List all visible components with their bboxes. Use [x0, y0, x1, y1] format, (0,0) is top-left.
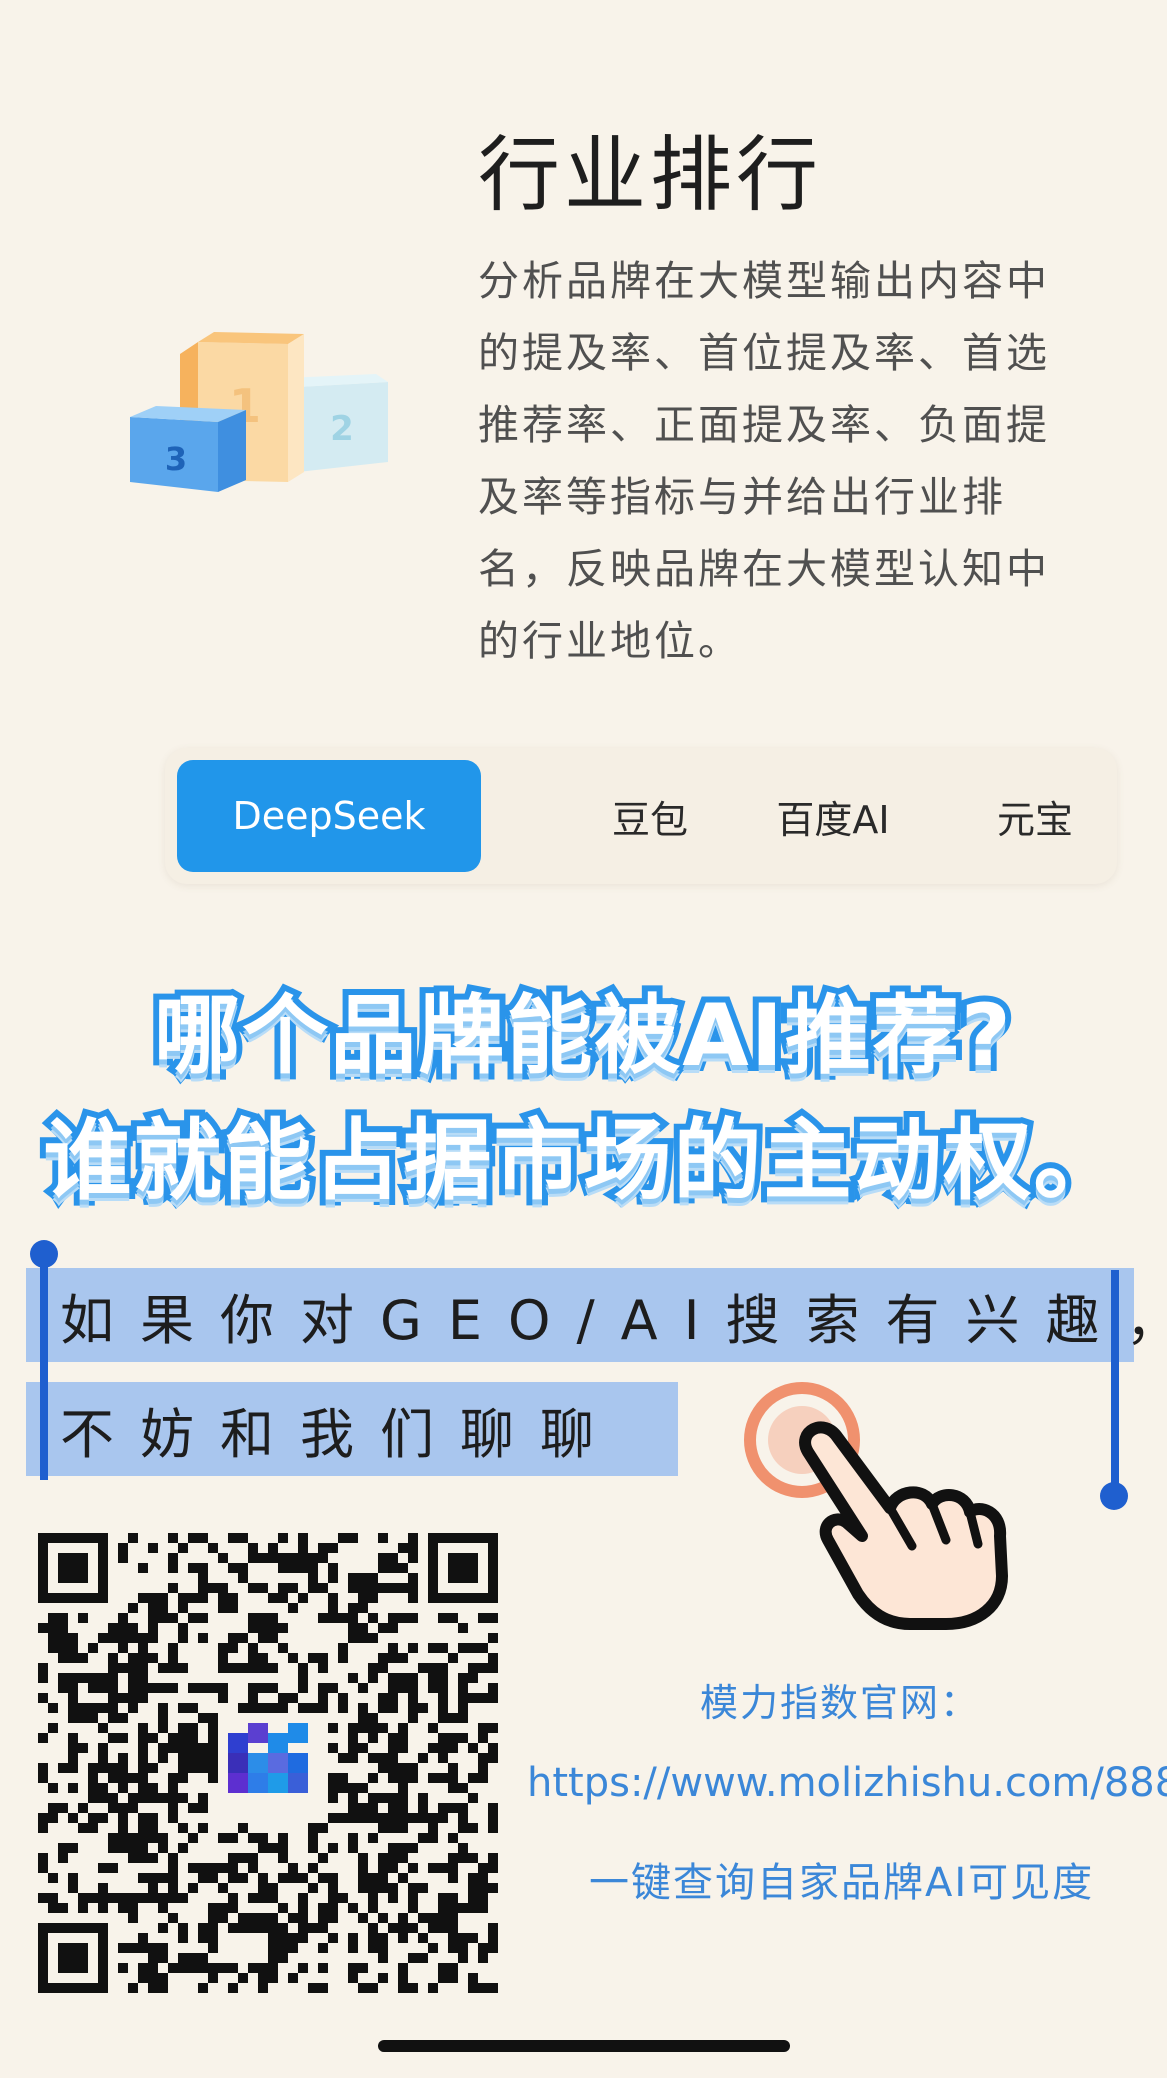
home-indicator[interactable]: [378, 2040, 790, 2052]
selection-end-caret: [1111, 1270, 1119, 1496]
podium-icon: 2 1 3: [130, 332, 388, 492]
highlight-text-line-2[interactable]: 不妨和我们聊聊: [60, 1382, 620, 1476]
pointing-hand-icon: [744, 1382, 1008, 1630]
model-tab-bar: DeepSeek 豆包 百度AI 元宝: [165, 748, 1117, 884]
tab-yuanbao[interactable]: 元宝: [965, 760, 1105, 872]
tab-baidu-ai[interactable]: 百度AI: [733, 760, 933, 872]
selection-end-handle[interactable]: [1100, 1482, 1128, 1510]
podium-third-label: 3: [165, 440, 187, 478]
headline-line-1: 哪个品牌能被AI推荐?: [148, 980, 1016, 1092]
headline-line-2: 谁就能占据市场的主动权。: [37, 1103, 1127, 1218]
official-site-link[interactable]: https://www.molizhishu.com/888: [527, 1760, 1167, 1806]
brand-visibility-cta[interactable]: 一键查询自家品牌AI可见度: [589, 1850, 1094, 1908]
qr-code-icon[interactable]: [38, 1533, 498, 1993]
tab-deepseek[interactable]: DeepSeek: [177, 760, 481, 872]
page-description: 分析品牌在大模型输出内容中的提及率、首位提及率、首选推荐率、正面提及率、负面提及…: [478, 257, 1050, 665]
highlight-text-line-1[interactable]: 如果你对GEO/AI搜索有兴趣，: [60, 1268, 1167, 1362]
page-title: 行业排行: [478, 128, 823, 223]
podium-second-label: 2: [330, 409, 354, 449]
official-site-label: 模力指数官网：: [700, 1681, 981, 1725]
selection-start-caret: [40, 1254, 48, 1480]
tab-doubao[interactable]: 豆包: [585, 760, 715, 872]
